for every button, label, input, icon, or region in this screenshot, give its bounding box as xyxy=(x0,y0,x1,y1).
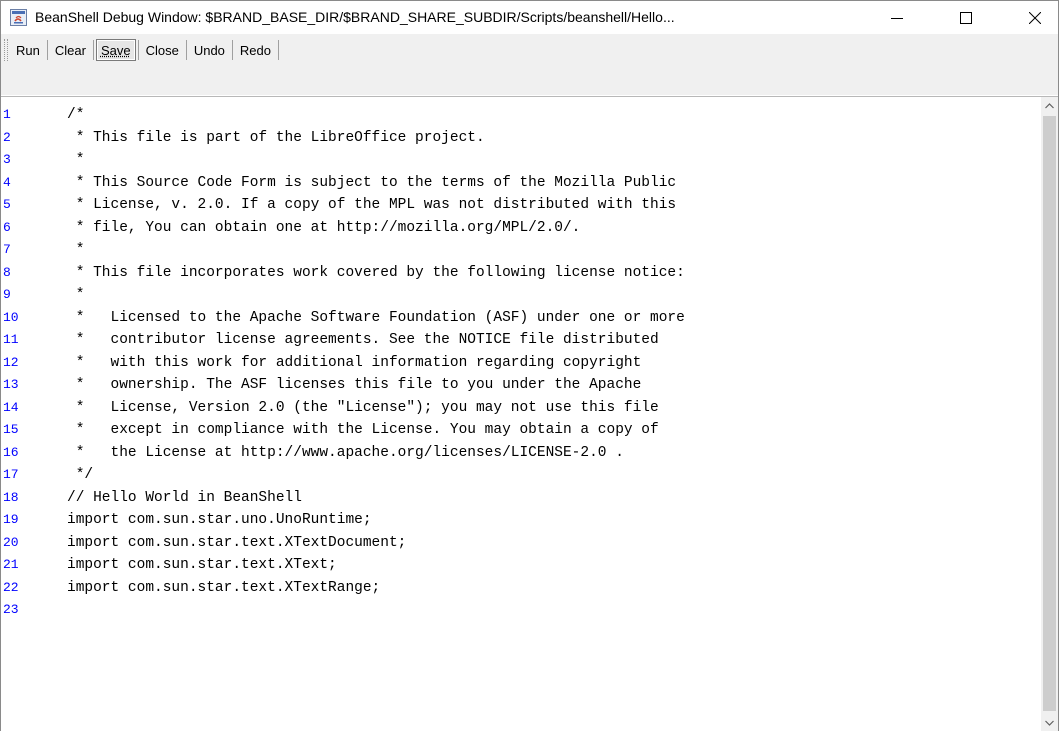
save-button[interactable]: Save xyxy=(95,39,136,61)
code-line[interactable]: * This file incorporates work covered by… xyxy=(67,262,685,285)
scroll-down-button[interactable] xyxy=(1041,714,1058,731)
window-title: BeanShell Debug Window: $BRAND_BASE_DIR/… xyxy=(35,9,675,25)
line-number: 18 xyxy=(3,489,19,505)
scrollbar-thumb[interactable] xyxy=(1043,116,1056,711)
code-line[interactable]: * xyxy=(67,149,685,172)
line-number: 17 xyxy=(3,467,19,482)
beanshell-debug-window: BeanShell Debug Window: $BRAND_BASE_DIR/… xyxy=(0,0,1059,731)
code-line[interactable]: * xyxy=(67,239,685,262)
line-number: 12 xyxy=(3,354,19,370)
line-number: 19 xyxy=(3,512,19,527)
code-line[interactable]: * ownership. The ASF licenses this file … xyxy=(67,374,685,397)
line-number: 22 xyxy=(3,579,19,595)
vertical-scrollbar[interactable] xyxy=(1041,97,1058,731)
toolbar-separator xyxy=(92,40,94,60)
code-line[interactable] xyxy=(67,599,685,622)
code-line[interactable]: * License, v. 2.0. If a copy of the MPL … xyxy=(67,194,685,217)
line-number: 14 xyxy=(3,399,19,415)
code-line[interactable]: * except in compliance with the License.… xyxy=(67,419,685,442)
close-window-button[interactable] xyxy=(1012,1,1058,34)
code-line[interactable]: */ xyxy=(67,464,685,487)
code-line[interactable]: import com.sun.star.text.XText; xyxy=(67,554,685,577)
java-app-icon xyxy=(10,9,27,26)
line-number: 7 xyxy=(3,242,11,257)
code-line[interactable]: import com.sun.star.uno.UnoRuntime; xyxy=(67,509,685,532)
toolbar-buttons: Run Clear Save Close Undo Redo xyxy=(11,38,281,62)
line-number: 9 xyxy=(3,287,11,302)
line-number: 23 xyxy=(3,602,19,617)
line-number: 15 xyxy=(3,422,19,437)
line-number: 16 xyxy=(3,444,19,460)
code-line[interactable]: * This Source Code Form is subject to th… xyxy=(67,172,685,195)
code-line[interactable]: * with this work for additional informat… xyxy=(67,352,685,375)
line-number: 11 xyxy=(3,332,19,347)
maximize-icon xyxy=(960,11,972,24)
code-line[interactable]: import com.sun.star.text.XTextDocument; xyxy=(67,532,685,555)
code-text-area[interactable]: /* * This file is part of the LibreOffic… xyxy=(67,104,685,622)
run-button[interactable]: Run xyxy=(11,39,45,61)
title-bar[interactable]: BeanShell Debug Window: $BRAND_BASE_DIR/… xyxy=(1,1,1058,34)
toolbar-separator xyxy=(185,40,187,60)
scroll-up-button[interactable] xyxy=(1041,97,1058,114)
code-line[interactable]: * This file is part of the LibreOffice p… xyxy=(67,127,685,150)
code-line[interactable]: // Hello World in BeanShell xyxy=(67,487,685,510)
code-line[interactable]: * xyxy=(67,284,685,307)
line-number: 5 xyxy=(3,197,11,212)
line-number: 13 xyxy=(3,377,19,392)
maximize-button[interactable] xyxy=(943,1,989,34)
line-number: 3 xyxy=(3,152,11,167)
close-button[interactable]: Close xyxy=(141,39,184,61)
code-line[interactable]: * Licensed to the Apache Software Founda… xyxy=(67,307,685,330)
line-number: 2 xyxy=(3,129,11,145)
clear-button[interactable]: Clear xyxy=(50,39,91,61)
redo-button[interactable]: Redo xyxy=(235,39,276,61)
line-number: 1 xyxy=(3,107,11,122)
toolbar-separator xyxy=(231,40,233,60)
line-number: 10 xyxy=(3,309,19,325)
toolbar-separator xyxy=(46,40,48,60)
toolbar-grip[interactable] xyxy=(4,39,8,61)
line-number: 4 xyxy=(3,174,11,190)
minimize-icon xyxy=(891,17,903,19)
code-line[interactable]: /* xyxy=(67,104,685,127)
line-number: 6 xyxy=(3,219,11,235)
line-number: 20 xyxy=(3,534,19,550)
line-number: 21 xyxy=(3,557,19,572)
undo-button[interactable]: Undo xyxy=(189,39,230,61)
code-line[interactable]: * License, Version 2.0 (the "License"); … xyxy=(67,397,685,420)
code-line[interactable]: * file, You can obtain one at http://moz… xyxy=(67,217,685,240)
toolbar-separator xyxy=(277,40,279,60)
close-icon xyxy=(1029,11,1041,24)
toolbar-separator xyxy=(137,40,139,60)
scroll-up-arrow-icon xyxy=(1045,102,1054,108)
line-number-gutter: 1 2 3 4 5 6 7 8 9 10 11 12 13 14 15 16 17 18 19 20 21 22 23 xyxy=(1,104,19,622)
code-editor[interactable]: 1 2 3 4 5 6 7 8 9 10 11 12 13 14 15 16 17 18 19 20 21 22 23 /*… xyxy=(1,96,1058,731)
code-line[interactable]: * contributor license agreements. See th… xyxy=(67,329,685,352)
toolbar: Run Clear Save Close Undo Redo xyxy=(1,34,1058,95)
minimize-button[interactable] xyxy=(874,1,920,34)
code-line[interactable]: * the License at http://www.apache.org/l… xyxy=(67,442,685,465)
scroll-down-arrow-icon xyxy=(1045,720,1054,726)
line-number: 8 xyxy=(3,264,11,280)
code-line[interactable]: import com.sun.star.text.XTextRange; xyxy=(67,577,685,600)
